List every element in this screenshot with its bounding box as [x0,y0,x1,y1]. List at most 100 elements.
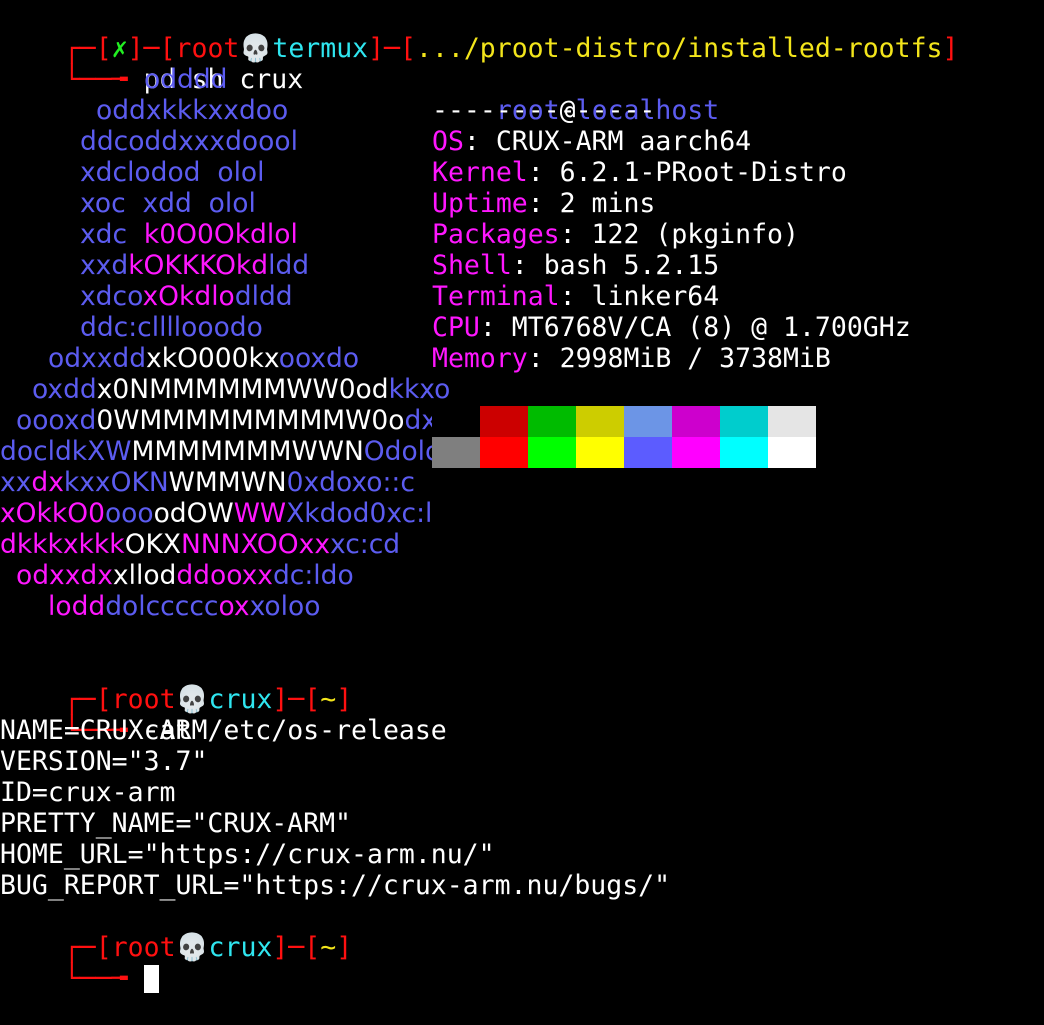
color-swatch [528,406,576,437]
color-swatch [576,437,624,468]
logo-line: xdcoxOkdlodldd [80,281,293,312]
logo-segment: ldd [268,250,310,281]
color-swatch [576,406,624,437]
logo-line: ddcoddxxxdoool [80,126,298,157]
info-value: : 2998MiB / 3738MiB [527,343,831,374]
color-palette-bright [432,437,816,468]
logo-segment: xdco [80,281,143,312]
info-key: Packages [432,219,560,250]
output-line: VERSION="3.7" [0,746,208,777]
prompt-command-line-1: └──╼ pd sh crux [0,33,303,95]
logo-segment: docldkXW [0,436,132,467]
color-swatch [672,437,720,468]
logo-segment: lodd [48,591,106,622]
logo-segment: kkxo [388,374,451,405]
logo-segment: xdc [80,219,144,250]
info-divider: -------------- [432,95,656,126]
logo-segment: oddxkkkxxdoo [96,95,289,126]
logo-line: odxxdxxllodddooxxdc:ldo [16,560,354,591]
logo-segment: dkkkxkkk [0,529,125,560]
prompt-close-bracket: ] [336,932,353,963]
info-key: Shell [432,250,512,281]
info-key: Terminal [432,281,560,312]
logo-segment: ddc:cllllooodo [80,312,263,343]
info-row-terminal: Terminal: linker64 [432,281,719,312]
text-cursor [143,965,159,993]
prompt-cwd: .../proot-distro/installed-rootfs [415,33,943,64]
logo-segment: dldd [234,281,293,312]
color-swatch [768,437,816,468]
logo-segment: ox [218,591,250,622]
logo-line: lodddolcccccoxxoloo [48,591,320,622]
logo-segment: ooo [104,498,154,529]
terminal-window[interactable]: ┌─[✗]─[root💀termux]─[.../proot-distro/in… [0,0,1044,994]
prompt-command-line-2: └──╼ cat /etc/os-release [0,684,447,746]
logo-segment: kxxOKN [63,467,169,498]
info-value: : bash 5.2.15 [511,250,720,281]
logo-line: oddxkkkxxdoo [96,95,288,126]
color-swatch [624,406,672,437]
logo-segment: xx [0,467,32,498]
info-key: CPU [432,312,480,343]
prompt-host: crux [208,932,273,963]
color-swatch [624,437,672,468]
info-title: root@localhost [432,64,719,126]
logo-segment: xkO000kx [146,343,279,374]
logo-segment: dc:ldo [272,560,354,591]
prompt-arrow: └──╼ [63,64,128,95]
logo-segment: ddcoddxxxdoool [80,126,298,157]
logo-line: ddc:cllllooodo [80,312,263,343]
output-line: HOME_URL="https://crux-arm.nu/" [0,839,495,870]
logo-line: xOkkO0oooodOWWWXkdod0xc:l [0,498,432,529]
prompt-close-bracket: ] [942,33,959,64]
info-key: Kernel [432,157,528,188]
info-row-memory: Memory: 2998MiB / 3738MiB [432,343,831,374]
logo-segment: xOkdlo [142,281,235,312]
logo-segment: OKX [124,529,181,560]
skull-icon: 💀 [175,932,209,963]
logo-segment: odOW [153,498,234,529]
info-row-kernel: Kernel: 6.2.1-PRoot-Distro [432,157,847,188]
prompt-command-line-3[interactable]: └──╼ [0,932,159,994]
color-swatch [768,406,816,437]
prompt-cwd: ~ [320,932,337,963]
color-palette-normal [432,406,816,437]
logo-segment: xllod [112,560,177,591]
logo-line: xxdxkxxOKNWMMWN0xdoxo::c [0,467,415,498]
logo-segment: Xkdod0xc:l [286,498,433,529]
logo-segment: ooxdo [278,343,360,374]
info-value: : linker64 [559,281,720,312]
prompt-line-3: ┌─[root💀crux]─[~] [0,901,352,963]
info-value: : 122 (pkginfo) [559,219,799,250]
logo-line: oxddx0NMMMMMMWW0odkkxo [32,374,450,405]
color-swatch [720,437,768,468]
logo-line: docldkXWMMMMMMMWWNOdolco [0,436,456,467]
info-key: Uptime [432,188,528,219]
logo-segment: WMMWN [168,467,287,498]
logo-segment: ddooxx [176,560,273,591]
info-row-packages: Packages: 122 (pkginfo) [432,219,799,250]
info-value: : 6.2.1-PRoot-Distro [527,157,847,188]
logo-line: odxxddxkO000kxooxdo [48,343,359,374]
color-swatch [480,406,528,437]
logo-line: odddd [144,64,228,95]
logo-line: xoc xdd olol [80,188,256,219]
logo-segment: MMMMMMMWWN [131,436,364,467]
logo-segment: dx [31,467,64,498]
logo-segment: kOKKKOkd [128,250,269,281]
logo-segment: xxd [80,250,129,281]
prompt-separator: ]─[ [368,33,416,64]
color-swatch [432,437,480,468]
info-row-uptime: Uptime: 2 mins [432,188,655,219]
color-swatch [720,406,768,437]
output-line: BUG_REPORT_URL="https://crux-arm.nu/bugs… [0,870,671,901]
color-swatch [432,406,480,437]
logo-segment: xoc xdd olol [80,188,256,219]
logo-segment: WW [233,498,287,529]
logo-segment: dolccccc [105,591,219,622]
info-value: : MT6768V/CA (8) @ 1.700GHz [479,312,911,343]
info-key: OS [432,126,464,157]
logo-line: dkkkxkkkOKXNNNXOOxxxc:cd [0,529,400,560]
logo-segment: oxdd [32,374,97,405]
output-line: NAME=CRUX-ARM [0,715,208,746]
